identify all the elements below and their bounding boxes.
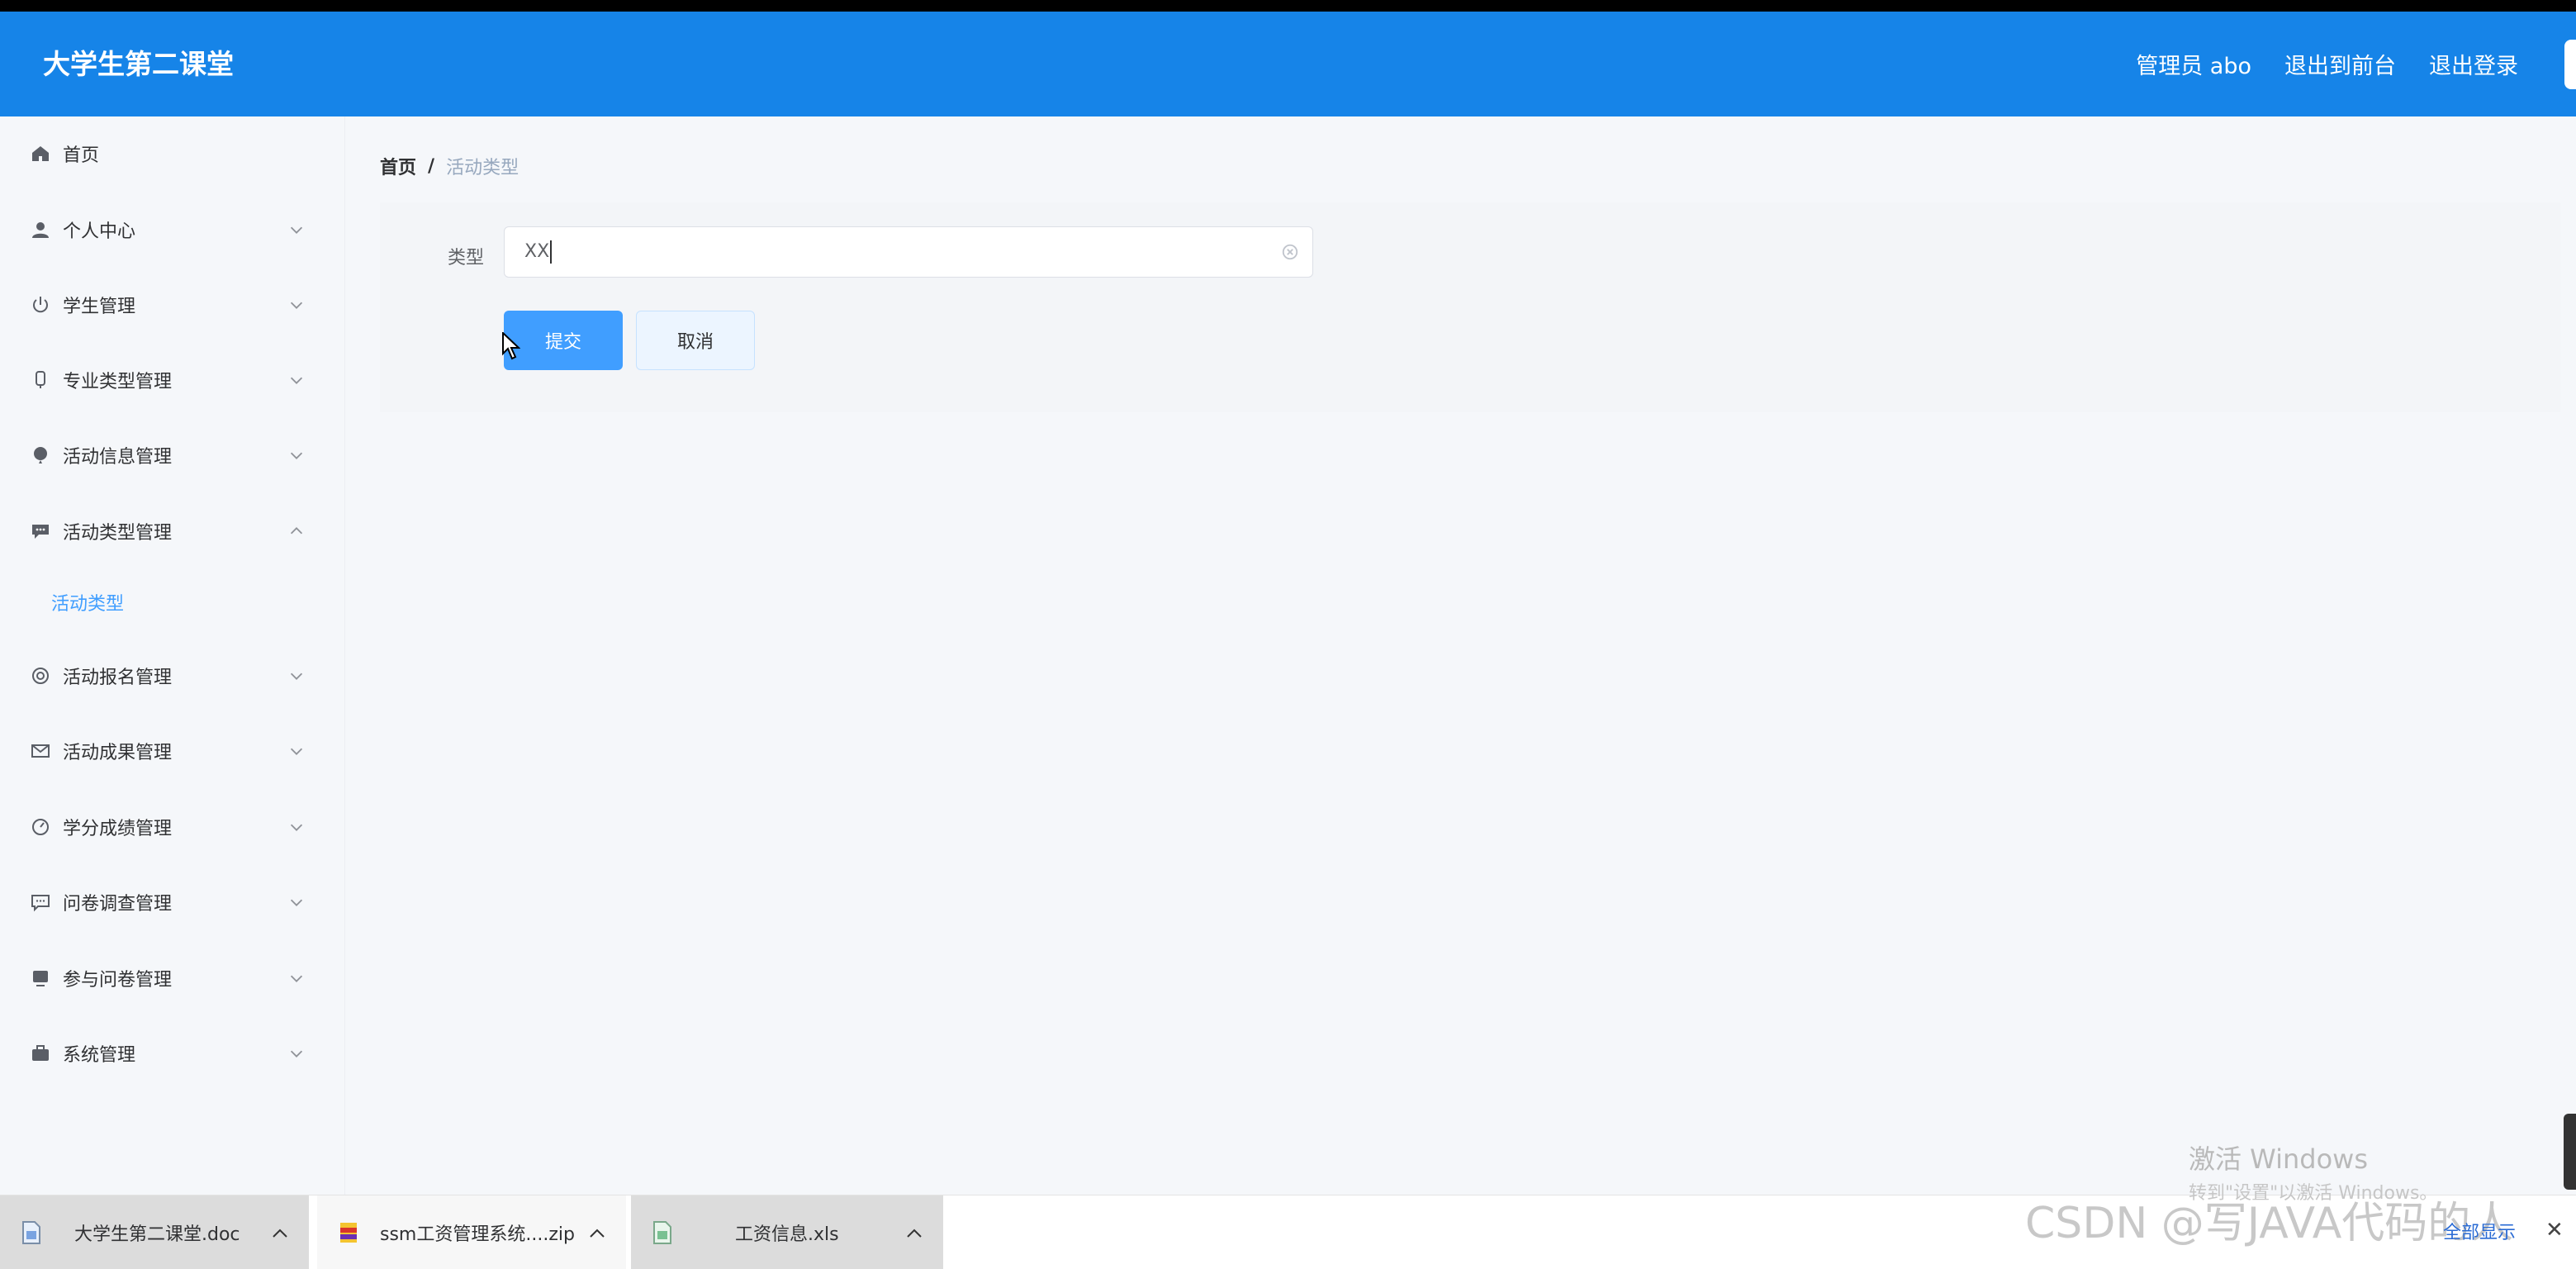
sidebar-item-label: 系统管理 [63,1045,136,1066]
text-caret [550,240,553,264]
sidebar-item-label: 学分成绩管理 [63,819,173,839]
window-edge-tab [2564,40,2576,89]
microphone-icon [30,369,51,391]
chevron-up-icon[interactable] [588,1227,606,1238]
sidebar-item-survey-participation-management[interactable]: 参与问卷管理 [0,941,345,1015]
top-strip [0,0,2576,12]
admin-user-label[interactable]: 管理员 abo [2136,48,2251,80]
chevron-down-icon [290,377,303,384]
download-item-name: 大学生第二课堂.doc [74,1224,240,1245]
sidebar-item-activity-type-management[interactable]: 活动类型管理 [0,494,345,568]
sidebar-item-activity-signup-management[interactable]: 活动报名管理 [0,639,345,713]
sidebar-item-label: 学生管理 [63,297,136,317]
submit-button[interactable]: 提交 [504,311,623,370]
breadcrumb: 首页 / 活动类型 [380,153,519,179]
home-icon [30,143,51,164]
balloon-icon [30,444,51,466]
app-title: 大学生第二课堂 [43,48,234,80]
monitor-icon [30,967,51,989]
chevron-up-icon[interactable] [271,1227,289,1238]
sidebar-item-major-type-management[interactable]: 专业类型管理 [0,343,345,417]
mouse-cursor-icon [502,332,520,360]
csdn-watermark: CSDN @写JAVA代码的人 [2025,1199,2514,1248]
sidebar-subitem-label: 活动类型 [51,594,125,615]
chevron-down-icon [290,1050,303,1058]
type-input[interactable]: XX [504,226,1313,278]
sidebar: 首页 个人中心 学生管理 专业类型管理 活动信息管理 活动类型管理 活动类型 活… [0,116,345,1195]
chevron-up-icon[interactable] [905,1227,923,1238]
app-header: 大学生第二课堂 管理员 abo 退出到前台 退出登录 [0,12,2576,116]
sidebar-item-label: 首页 [63,145,100,166]
sidebar-item-label: 个人中心 [63,221,136,242]
user-icon [30,219,51,240]
cancel-button[interactable]: 取消 [636,311,755,370]
lifebuoy-icon [30,665,51,687]
chevron-down-icon [290,302,303,309]
download-item[interactable]: 工资信息.xls [631,1195,943,1269]
show-all-link[interactable]: 全部显示 [2443,1218,2516,1244]
download-item-name: ssm工资管理系统....zip [380,1224,575,1245]
sidebar-item-label: 参与问卷管理 [63,970,173,991]
breadcrumb-home[interactable]: 首页 [380,153,416,179]
zip-file-icon [340,1222,357,1243]
chevron-down-icon [290,975,303,982]
close-icon[interactable]: ✕ [2545,1218,2564,1243]
message-icon [30,891,51,913]
power-icon [30,294,51,316]
clear-icon[interactable] [1281,243,1299,261]
download-item[interactable]: ssm工资管理系统....zip [317,1195,626,1269]
sidebar-item-label: 活动类型管理 [63,523,173,544]
chevron-down-icon [290,824,303,831]
chat-icon [30,520,51,542]
header-nav: 管理员 abo 退出到前台 退出登录 [2136,12,2518,116]
gauge-icon [30,816,51,838]
chevron-down-icon [290,748,303,755]
sidebar-item-label: 问卷调查管理 [63,894,173,915]
chevron-up-icon [290,527,303,535]
download-item-name: 工资信息.xls [735,1224,839,1245]
windows-activation-title: 激活 Windows [2189,1143,2369,1175]
breadcrumb-current: 活动类型 [446,158,519,178]
sidebar-item-activity-result-management[interactable]: 活动成果管理 [0,714,345,788]
type-input-value: XX [524,241,550,262]
sidebar-item-credit-score-management[interactable]: 学分成绩管理 [0,790,345,864]
download-item[interactable]: 大学生第二课堂.doc [0,1195,309,1269]
chevron-down-icon [290,899,303,906]
doc-file-icon [22,1220,40,1244]
chevron-down-icon [290,673,303,680]
sidebar-item-label: 专业类型管理 [63,372,173,392]
chevron-down-icon [290,452,303,459]
sidebar-item-personal-center[interactable]: 个人中心 [0,192,345,267]
type-field-label: 类型 [448,248,485,269]
briefcase-icon [30,1043,51,1064]
sidebar-item-student-management[interactable]: 学生管理 [0,268,345,342]
main-content: 首页 / 活动类型 类型 XX 提交 取消 [345,116,2576,1195]
xls-file-icon [653,1220,671,1244]
sidebar-item-label: 活动报名管理 [63,668,173,688]
logout-link[interactable]: 退出登录 [2429,48,2518,80]
chevron-down-icon [290,226,303,234]
mail-icon [30,740,51,762]
sidebar-item-system-management[interactable]: 系统管理 [0,1016,345,1091]
sidebar-item-activity-info-management[interactable]: 活动信息管理 [0,418,345,492]
exit-to-front-link[interactable]: 退出到前台 [2284,48,2396,80]
sidebar-item-home[interactable]: 首页 [0,116,345,191]
breadcrumb-separator: / [428,155,435,177]
sidebar-item-survey-management[interactable]: 问卷调查管理 [0,865,345,939]
sidebar-subitem-activity-type[interactable]: 活动类型 [0,568,345,637]
sidebar-item-label: 活动成果管理 [63,743,173,763]
right-edge-widget [2564,1114,2576,1190]
sidebar-item-label: 活动信息管理 [63,447,173,468]
